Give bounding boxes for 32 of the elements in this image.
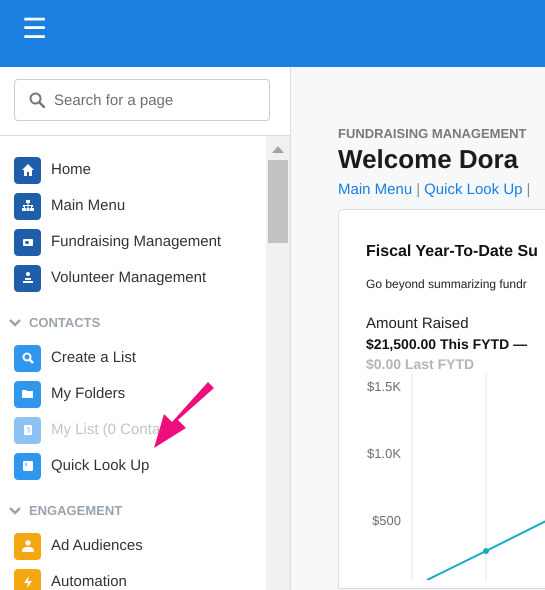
nav-item[interactable]: Home — [0, 152, 266, 188]
nav-item[interactable]: Ad Audiences — [0, 528, 266, 564]
nav-item[interactable]: My Folders — [0, 376, 266, 412]
y-axis-label: $1.5K — [367, 379, 401, 394]
metric-current-value: $21,500.00 This FYTD — — [366, 335, 528, 354]
nav-item[interactable]: Volunteer Management — [0, 260, 266, 296]
collapse-chevron-icon[interactable] — [9, 507, 21, 515]
menu-button[interactable]: ☰ — [22, 15, 47, 43]
link-separator: | — [416, 180, 420, 200]
metric-previous-value: $0.00 Last FYTD — [366, 355, 476, 374]
collapse-chevron-icon[interactable] — [9, 319, 21, 327]
metric-label: Amount Raised — [366, 314, 470, 334]
section-heading: CONTACTS — [29, 314, 100, 332]
card-description: Go beyond summarizing fundr — [366, 276, 528, 292]
search-field[interactable]: Search for a page — [14, 79, 270, 121]
link-separator: | — [526, 180, 530, 200]
section-label: FUNDRAISING MANAGEMENT — [338, 126, 528, 142]
section-heading: ENGAGEMENT — [29, 502, 122, 520]
nav-item[interactable]: Fundraising Management — [0, 224, 266, 260]
nav-item[interactable]: Main Menu — [0, 188, 266, 224]
page-title: Welcome Dora — [338, 143, 520, 176]
data-point — [483, 548, 489, 554]
y-axis-label: $500 — [372, 513, 401, 528]
nav-item[interactable]: Quick Look Up — [0, 448, 266, 484]
scroll-up-arrow-icon[interactable] — [272, 145, 284, 153]
card-title: Fiscal Year-To-Date Su — [366, 242, 539, 262]
breadcrumb-link[interactable]: Quick Look Up — [424, 180, 522, 200]
nav-item[interactable]: Create a List — [0, 340, 266, 376]
breadcrumb-link[interactable]: Main Menu — [338, 180, 412, 200]
scrollbar-thumb[interactable] — [268, 160, 288, 243]
y-axis-label: $1.0K — [367, 446, 401, 461]
nav-item[interactable]: Automation — [0, 564, 266, 590]
